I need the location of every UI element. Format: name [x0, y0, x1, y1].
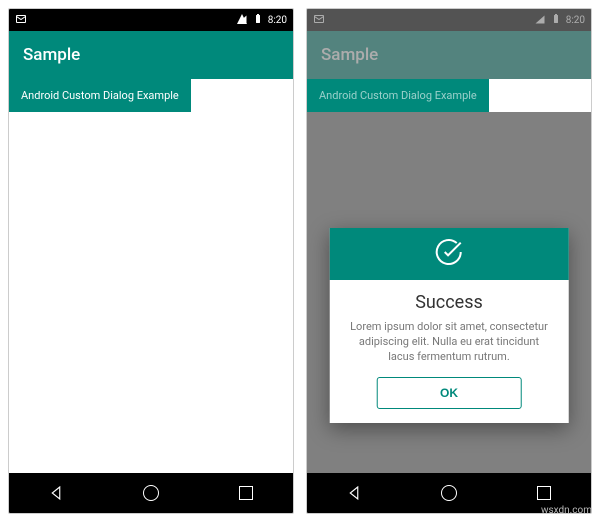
watermark: wsxdn.com: [541, 505, 592, 516]
nav-back[interactable]: [329, 478, 379, 508]
check-circle-icon: [433, 236, 465, 272]
nav-home[interactable]: [126, 478, 176, 508]
mail-icon: [15, 13, 27, 28]
mail-icon: [313, 13, 325, 28]
battery-icon: [252, 13, 264, 28]
status-bar: 8:20: [9, 9, 293, 31]
content-area: [9, 112, 293, 473]
app-bar: Sample: [9, 31, 293, 79]
status-time: 8:20: [268, 15, 287, 26]
content-area: Success Lorem ipsum dolor sit amet, cons…: [307, 112, 591, 473]
app-title: Sample: [23, 45, 80, 65]
success-dialog: Success Lorem ipsum dolor sit amet, cons…: [330, 228, 569, 423]
nav-home[interactable]: [424, 478, 474, 508]
app-title: Sample: [321, 45, 378, 65]
tab-row: Android Custom Dialog Example: [307, 79, 591, 112]
tab-custom-dialog[interactable]: Android Custom Dialog Example: [9, 79, 191, 112]
app-bar: Sample: [307, 31, 591, 79]
nav-recent[interactable]: [221, 478, 271, 508]
phone-screen-2: 8:20 Sample Android Custom Dialog Exampl…: [306, 8, 592, 514]
nav-recent[interactable]: [519, 478, 569, 508]
tab-row: Android Custom Dialog Example: [9, 79, 293, 112]
dialog-body: Success Lorem ipsum dolor sit amet, cons…: [330, 280, 569, 423]
ok-button[interactable]: OK: [377, 377, 522, 409]
tab-custom-dialog[interactable]: Android Custom Dialog Example: [307, 79, 489, 112]
dialog-header: [330, 228, 569, 280]
status-time: 8:20: [566, 15, 585, 26]
status-bar: 8:20: [307, 9, 591, 31]
signal-icon: [534, 13, 546, 28]
signal-icon: [236, 13, 248, 28]
battery-icon: [550, 13, 562, 28]
phone-screen-1: 8:20 Sample Android Custom Dialog Exampl…: [8, 8, 294, 514]
dialog-title: Success: [346, 292, 553, 313]
nav-back[interactable]: [31, 478, 81, 508]
dialog-message: Lorem ipsum dolor sit amet, consectetur …: [346, 319, 553, 365]
nav-bar: [9, 473, 293, 513]
